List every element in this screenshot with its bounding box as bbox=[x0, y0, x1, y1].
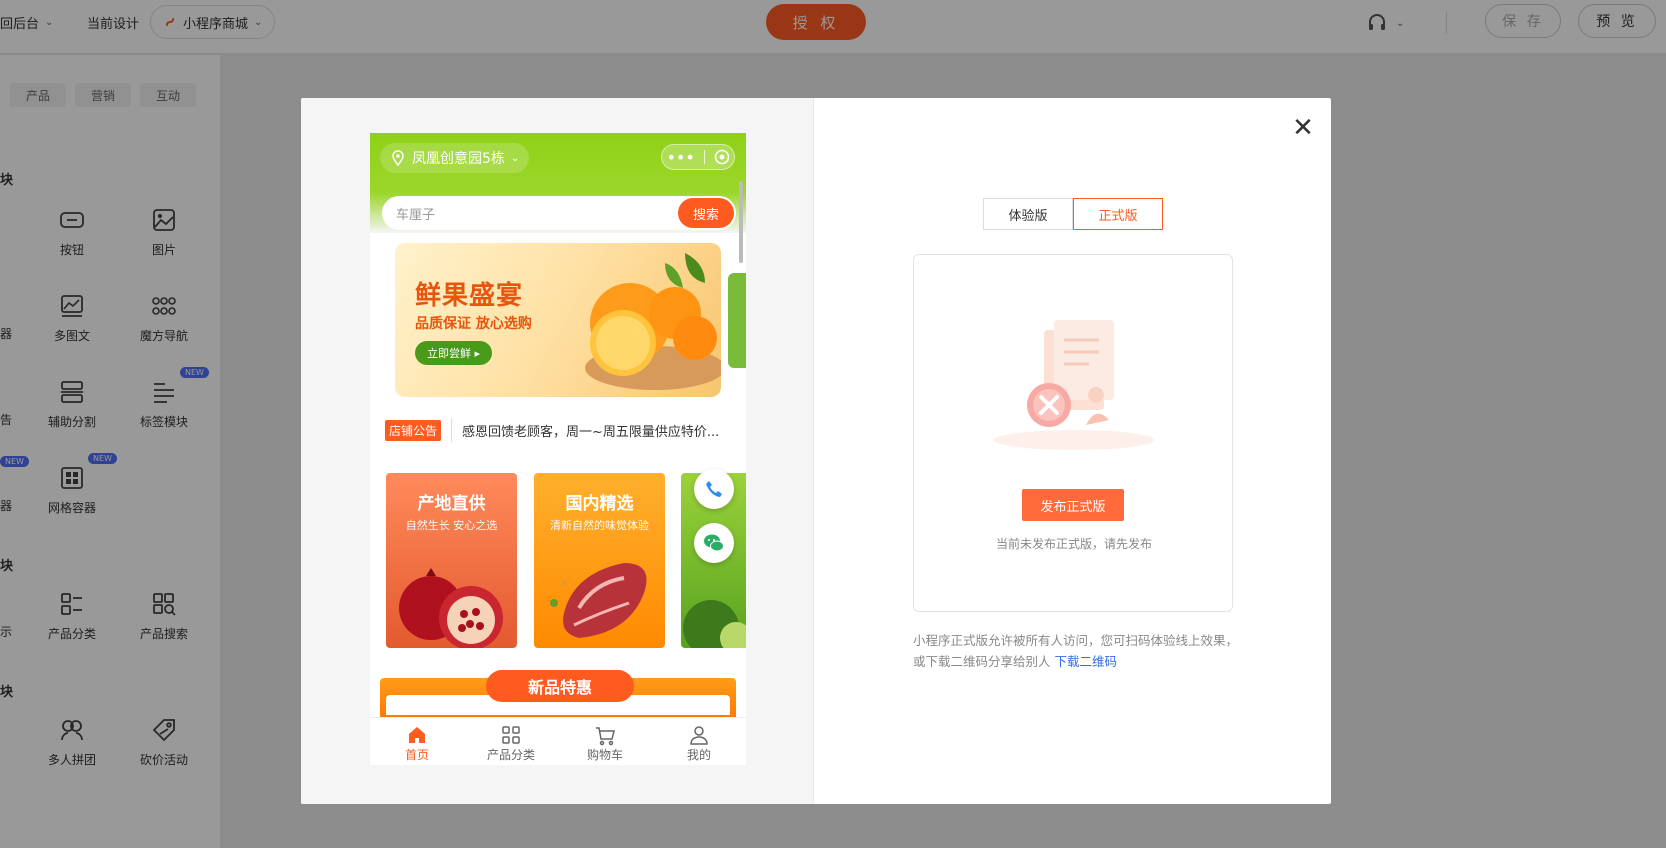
home-icon bbox=[409, 727, 425, 743]
phone-preview: 凤凰创意园5栋 ⌄ ••• 车厘子 搜索 鲜果盛宴 品质保证 放心选购 立即尝鲜… bbox=[370, 133, 746, 765]
more-dots-icon: ••• bbox=[666, 147, 695, 167]
miniprogram-capsule[interactable]: ••• bbox=[661, 144, 735, 170]
exit-circle-icon bbox=[714, 149, 729, 165]
notice-text: 感恩回馈老顾客，周一~周五限量供应特价... bbox=[462, 424, 720, 440]
version-switcher: 体验版 正式版 bbox=[983, 198, 1163, 230]
tab-label: 购物车 bbox=[586, 748, 623, 762]
next-banner-peek bbox=[728, 273, 746, 368]
cart-icon bbox=[596, 727, 615, 746]
notice-tag: 店铺公告 bbox=[385, 419, 442, 441]
publish-status-text: 当前未发布正式版，请先发布 bbox=[995, 537, 1152, 551]
search-button[interactable]: 搜索 bbox=[678, 198, 734, 228]
wechat-icon bbox=[704, 534, 724, 552]
broccoli-image bbox=[683, 600, 746, 648]
tab-label: 产品分类 bbox=[486, 748, 535, 762]
banner-subtitle: 品质保证 放心选购 bbox=[415, 316, 532, 332]
tab-mine[interactable]: 我的 bbox=[652, 718, 746, 765]
wechat-button[interactable] bbox=[694, 523, 734, 563]
promo-banner[interactable]: 鲜果盛宴 品质保证 放心选购 立即尝鲜 ▸ bbox=[395, 243, 721, 397]
category-icon bbox=[502, 726, 520, 744]
banner-title: 鲜果盛宴 bbox=[415, 281, 524, 311]
divider bbox=[451, 418, 453, 442]
user-icon bbox=[690, 726, 708, 745]
close-button[interactable]: ✕ bbox=[1289, 114, 1317, 142]
scrollbar[interactable] bbox=[739, 181, 743, 263]
search-bar[interactable]: 车厘子 搜索 bbox=[382, 196, 736, 230]
official-version-description: 小程序正式版允许被所有人访问，您可扫码体验线上效果，或下载二维码分享给别人 下载… bbox=[913, 630, 1243, 672]
search-input[interactable]: 车厘子 bbox=[396, 204, 435, 223]
new-products-title: 新品特惠 bbox=[486, 670, 634, 702]
pomegranate-image bbox=[399, 568, 503, 648]
steak-image bbox=[550, 563, 647, 638]
card-title: 国内精选 bbox=[565, 494, 634, 514]
orange-fruit-image bbox=[585, 253, 721, 390]
publish-dialog: 凤凰创意园5栋 ⌄ ••• 车厘子 搜索 鲜果盛宴 品质保证 放心选购 立即尝鲜… bbox=[301, 98, 1331, 804]
location-name: 凤凰创意园5栋 bbox=[412, 151, 505, 167]
phone-preview-panel: 凤凰创意园5栋 ⌄ ••• 车厘子 搜索 鲜果盛宴 品质保证 放心选购 立即尝鲜… bbox=[301, 98, 813, 804]
chevron-down-icon: ⌄ bbox=[510, 152, 520, 164]
qr-code-panel: 发布正式版 当前未发布正式版，请先发布 bbox=[913, 254, 1233, 612]
tab-label: 首页 bbox=[404, 748, 429, 762]
download-qr-link[interactable]: 下载二维码 bbox=[1055, 654, 1118, 669]
card-subtitle: 清新自然的味觉体验 bbox=[550, 519, 649, 532]
panel-divider bbox=[813, 98, 814, 804]
not-published-illustration bbox=[994, 320, 1154, 450]
phone-tab-bar: 首页 产品分类 购物车 我的 bbox=[370, 717, 746, 765]
tab-label: 我的 bbox=[686, 748, 711, 762]
card-title: 产地直供 bbox=[417, 494, 486, 514]
phone-call-button[interactable] bbox=[694, 469, 734, 509]
feature-card[interactable]: 产地直供 自然生长 安心之选 bbox=[386, 473, 517, 648]
location-selector[interactable]: 凤凰创意园5栋 ⌄ bbox=[380, 143, 530, 173]
tab-trial-version[interactable]: 体验版 bbox=[983, 198, 1073, 230]
feature-card[interactable]: 国内精选 清新自然的味觉体验 bbox=[534, 473, 665, 648]
banner-cta-button[interactable]: 立即尝鲜 ▸ bbox=[415, 341, 493, 365]
store-notice[interactable]: 店铺公告 感恩回馈老顾客，周一~周五限量供应特价... bbox=[385, 415, 735, 445]
tab-home[interactable]: 首页 bbox=[370, 718, 464, 765]
phone-icon bbox=[706, 481, 722, 497]
publish-official-button[interactable]: 发布正式版 bbox=[1022, 489, 1124, 521]
tab-category[interactable]: 产品分类 bbox=[464, 718, 558, 765]
tab-cart[interactable]: 购物车 bbox=[558, 718, 652, 765]
card-subtitle: 自然生长 安心之选 bbox=[405, 519, 498, 532]
tab-official-version[interactable]: 正式版 bbox=[1073, 198, 1163, 230]
location-pin-icon bbox=[392, 150, 404, 166]
